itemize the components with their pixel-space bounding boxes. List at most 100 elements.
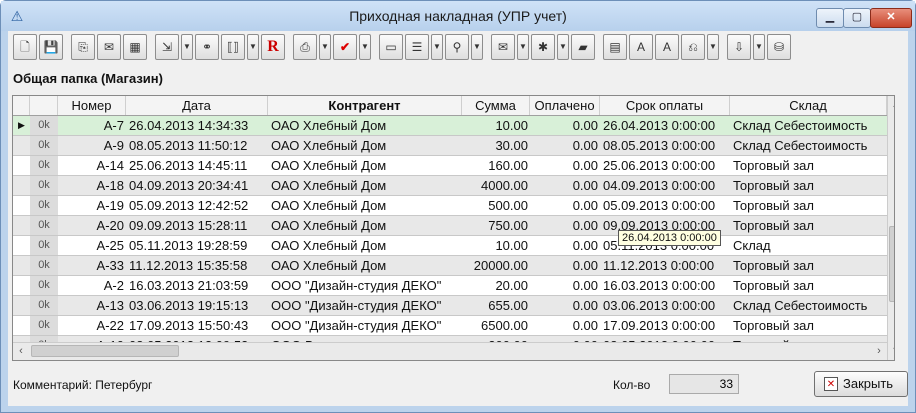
table-row[interactable]: ▶ 0k А-7 26.04.2013 14:34:33 ОАО Хлебный Дом… bbox=[13, 116, 887, 136]
cell-num: А-13 bbox=[96, 298, 124, 313]
cell-due: 03.06.2013 0:00:00 bbox=[603, 298, 716, 313]
column-header[interactable]: Контрагент bbox=[268, 96, 462, 115]
dropdown-arrow-icon[interactable]: ▼ bbox=[319, 34, 331, 60]
scroll-right-icon[interactable]: › bbox=[871, 343, 887, 360]
cell-num: А-19 bbox=[96, 198, 124, 213]
calc-icon[interactable]: ▦ bbox=[123, 34, 147, 60]
column-header[interactable]: Склад bbox=[730, 96, 887, 115]
check-icon[interactable]: ✔ bbox=[333, 34, 357, 60]
new-doc-icon[interactable]: 🗋 bbox=[13, 34, 37, 60]
scroll-up-icon[interactable]: ▲ bbox=[888, 96, 894, 112]
toolbar-separator bbox=[287, 34, 291, 62]
cell-sum: 750.00 bbox=[488, 218, 528, 233]
stack-icon[interactable]: ⛁ bbox=[767, 34, 791, 60]
toolbar-separator bbox=[721, 34, 725, 62]
scroll-left-icon[interactable]: ‹ bbox=[13, 343, 29, 360]
minimize-button[interactable]: ▁ bbox=[816, 8, 844, 28]
column-header[interactable]: Срок оплаты bbox=[600, 96, 730, 115]
folder-icon[interactable]: ▰ bbox=[571, 34, 595, 60]
dropdown-arrow-icon[interactable]: ▼ bbox=[557, 34, 569, 60]
cell-ok: 0k bbox=[30, 196, 58, 215]
column-header[interactable]: Сумма bbox=[462, 96, 530, 115]
column-header[interactable] bbox=[13, 96, 30, 115]
table-row[interactable]: 0k А-18 04.09.2013 20:34:41 ОАО Хлебный Дом… bbox=[13, 176, 887, 196]
qty-field: 33 bbox=[669, 374, 739, 394]
data-grid[interactable]: Номер Дата Контрагент Сумма Оплачено Срок опл… bbox=[12, 95, 895, 361]
column-header[interactable] bbox=[30, 96, 58, 115]
cell-paid: 0.00 bbox=[572, 258, 598, 273]
scroll-down-icon[interactable]: ▼ bbox=[888, 342, 894, 358]
download-icon[interactable]: ⇩ bbox=[727, 34, 751, 60]
table-row[interactable]: 0k А-2 16.03.2013 21:03:59 ООО "Дизайн-студ… bbox=[13, 276, 887, 296]
horizontal-scroll-thumb[interactable] bbox=[31, 345, 179, 357]
gear-icon[interactable]: ✱ bbox=[531, 34, 555, 60]
dropdown-arrow-icon[interactable]: ▼ bbox=[431, 34, 443, 60]
dropdown-arrow-icon[interactable]: ▼ bbox=[753, 34, 765, 60]
cell-num: А-18 bbox=[96, 178, 124, 193]
table-row[interactable]: 0k А-25 05.11.2013 19:28:59 ОАО Хлебный Дом… bbox=[13, 236, 887, 256]
copy-icon[interactable]: ⎘ bbox=[71, 34, 95, 60]
cell-ok: 0k bbox=[30, 136, 58, 155]
cell-sum: 6500.00 bbox=[481, 318, 528, 333]
print-icon[interactable]: ⎙ bbox=[293, 34, 317, 60]
network-icon[interactable]: ⎌ bbox=[681, 34, 705, 60]
envelope-icon[interactable]: ✉ bbox=[491, 34, 515, 60]
title-bar[interactable]: ⚠ Приходная накладная (УПР учет) ▁ ▢ ✕ bbox=[1, 1, 915, 31]
row-indicator bbox=[13, 176, 30, 195]
cell-agent: ОАО Хлебный Дом bbox=[271, 218, 387, 233]
cell-due: 26.04.2013 0:00:00 bbox=[603, 118, 716, 133]
cell-paid: 0.00 bbox=[572, 118, 598, 133]
cell-store: Торговый зал bbox=[733, 278, 814, 293]
vertical-scroll-thumb[interactable] bbox=[889, 226, 894, 302]
card-icon[interactable]: ▭ bbox=[379, 34, 403, 60]
cell-agent: ОАО Хлебный Дом bbox=[271, 198, 387, 213]
save-icon[interactable]: 💾 bbox=[39, 34, 63, 60]
dropdown-arrow-icon[interactable]: ▼ bbox=[359, 34, 371, 60]
columns-icon[interactable]: ▤ bbox=[603, 34, 627, 60]
cell-store: Склад Себестоимость bbox=[733, 138, 868, 153]
dropdown-arrow-icon[interactable]: ▼ bbox=[471, 34, 483, 60]
cell-sum: 30.00 bbox=[495, 138, 528, 153]
mail-icon[interactable]: ✉ bbox=[97, 34, 121, 60]
maximize-button[interactable]: ▢ bbox=[843, 8, 871, 28]
table-row[interactable]: 0k А-20 09.09.2013 15:28:11 ОАО Хлебный Дом… bbox=[13, 216, 887, 236]
bracket-icon[interactable]: ⟦⟧ bbox=[221, 34, 245, 60]
table-row[interactable]: 0k А-19 05.09.2013 12:42:52 ОАО Хлебный Дом… bbox=[13, 196, 887, 216]
vertical-scrollbar[interactable]: ▲ ▼ bbox=[887, 96, 894, 360]
dropdown-arrow-icon[interactable]: ▼ bbox=[707, 34, 719, 60]
cell-date: 08.05.2013 11:50:12 bbox=[129, 138, 248, 153]
table-row[interactable]: 0k А-14 25.06.2013 14:45:11 ОАО Хлебный Дом… bbox=[13, 156, 887, 176]
import-icon[interactable]: ⇲ bbox=[155, 34, 179, 60]
row-indicator bbox=[13, 216, 30, 235]
cell-ok: 0k bbox=[30, 116, 58, 135]
cell-agent: ООО "Дизайн-студия ДЕКО" bbox=[271, 278, 442, 293]
binoculars-icon[interactable]: ⚭ bbox=[195, 34, 219, 60]
cell-agent: ООО "Дизайн-студия ДЕКО" bbox=[271, 298, 442, 313]
cell-agent: ОАО Хлебный Дом bbox=[271, 258, 387, 273]
cell-agent: ОАО Хлебный Дом bbox=[271, 138, 387, 153]
tree-icon[interactable]: ⚲ bbox=[445, 34, 469, 60]
dropdown-arrow-icon[interactable]: ▼ bbox=[247, 34, 259, 60]
table-row[interactable]: 0k А-9 08.05.2013 11:50:12 ОАО Хлебный Дом 3… bbox=[13, 136, 887, 156]
row-indicator bbox=[13, 196, 30, 215]
font-small-icon[interactable]: A bbox=[629, 34, 653, 60]
table-row[interactable]: 0k А-33 11.12.2013 15:35:58 ОАО Хлебный Дом… bbox=[13, 256, 887, 276]
close-button[interactable]: ✕ Закрыть bbox=[814, 371, 908, 397]
dropdown-arrow-icon[interactable]: ▼ bbox=[181, 34, 193, 60]
cell-sum: 10.00 bbox=[495, 118, 528, 133]
cell-due: 04.09.2013 0:00:00 bbox=[603, 178, 716, 193]
r-icon[interactable]: R bbox=[261, 34, 285, 60]
toolbar-separator bbox=[65, 34, 69, 62]
list-icon[interactable]: ☰ bbox=[405, 34, 429, 60]
horizontal-scrollbar[interactable]: ‹ › bbox=[13, 342, 887, 360]
font-large-icon[interactable]: A bbox=[655, 34, 679, 60]
column-header[interactable]: Оплачено bbox=[530, 96, 600, 115]
column-header[interactable]: Номер bbox=[58, 96, 126, 115]
dropdown-arrow-icon[interactable]: ▼ bbox=[517, 34, 529, 60]
close-window-button[interactable]: ✕ bbox=[870, 8, 912, 28]
table-row[interactable]: 0k А-13 03.06.2013 19:15:13 ООО "Дизайн-сту… bbox=[13, 296, 887, 316]
cell-agent: ОАО Хлебный Дом bbox=[271, 178, 387, 193]
column-header[interactable]: Дата bbox=[126, 96, 268, 115]
cell-store: Склад Себестоимость bbox=[733, 298, 868, 313]
table-row[interactable]: 0k А-22 17.09.2013 15:50:43 ООО "Дизайн-сту… bbox=[13, 316, 887, 336]
